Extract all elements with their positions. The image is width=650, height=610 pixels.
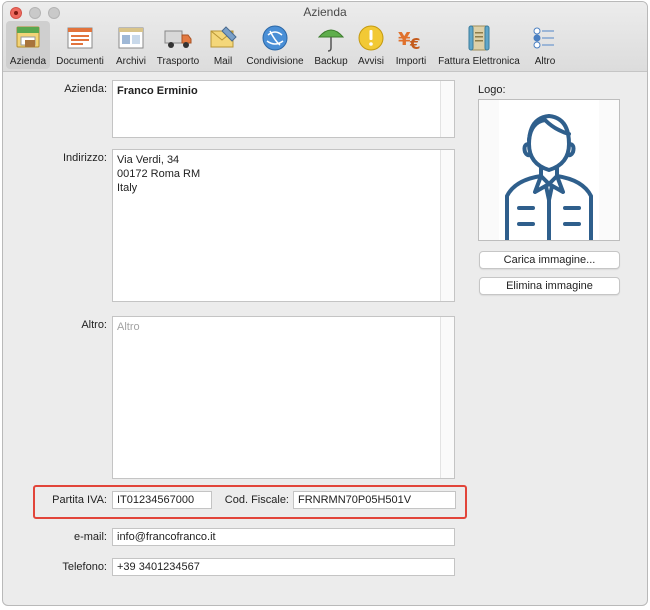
load-image-button[interactable]: Carica immagine... <box>479 251 620 269</box>
delete-image-button[interactable]: Elimina immagine <box>479 277 620 295</box>
altro-label: Altro: <box>81 319 107 331</box>
toolbar-item-documenti[interactable]: Documenti <box>54 21 106 69</box>
toolbar-item-azienda[interactable]: Azienda <box>6 21 50 69</box>
azienda-scrollbar[interactable] <box>440 81 454 137</box>
toolbar-item-archivi[interactable]: Archivi <box>111 21 151 69</box>
email-field[interactable]: info@francofranco.it <box>112 528 455 546</box>
umbrella-icon <box>317 29 345 52</box>
toolbar-item-backup[interactable]: Backup <box>311 21 351 69</box>
toolbar-item-trasporto[interactable]: Trasporto <box>153 21 203 69</box>
telefono-field[interactable]: +39 3401234567 <box>112 558 455 576</box>
azienda-value: Franco Erminio <box>117 85 198 97</box>
toolbar-item-fattura-elettronica[interactable]: Fattura Elettronica <box>434 21 524 69</box>
toolbar-item-importi[interactable]: ¥ € Importi <box>391 21 431 69</box>
partita-iva-field[interactable]: IT01234567000 <box>112 491 212 509</box>
documents-icon <box>67 27 93 49</box>
cod-fiscale-label: Cod. Fiscale: <box>224 494 289 506</box>
logo-label: Logo: <box>478 84 506 96</box>
network-icon <box>262 25 288 51</box>
indirizzo-textarea[interactable]: Via Verdi, 34 00172 Roma RM Italy <box>112 149 455 302</box>
email-label: e-mail: <box>73 531 107 543</box>
archives-icon <box>118 27 144 49</box>
altro-textarea[interactable]: Altro <box>112 316 455 479</box>
altro-scrollbar[interactable] <box>440 317 454 478</box>
indirizzo-line-street: Via Verdi, 34 <box>117 154 180 166</box>
azienda-label: Azienda: <box>64 83 107 95</box>
logo-image-well[interactable] <box>478 99 620 242</box>
altro-placeholder: Altro <box>117 321 140 333</box>
toolbar: Azienda Documenti Archivi Trasporto Mail… <box>3 21 647 70</box>
currency-icon: ¥ € <box>398 29 420 53</box>
person-avatar-icon <box>499 100 599 242</box>
toolbar-item-condivisione[interactable]: Condivisione <box>243 21 307 69</box>
toolbar-item-altro[interactable]: Altro <box>527 21 563 69</box>
azienda-textarea[interactable]: Franco Erminio <box>112 80 455 138</box>
indirizzo-line-city: 00172 Roma RM <box>117 168 201 180</box>
telefono-label: Telefono: <box>62 561 107 573</box>
cod-fiscale-field[interactable]: FRNRMN70P05H501V <box>293 491 456 509</box>
mail-icon <box>210 26 237 48</box>
warning-icon <box>358 25 384 51</box>
title-bar: Azienda Azienda Documenti Archivi Traspo… <box>3 2 647 72</box>
toolbar-item-avvisi[interactable]: Avvisi <box>355 21 387 69</box>
scroll-icon <box>468 25 490 51</box>
app-window: Azienda Azienda Documenti Archivi Traspo… <box>2 1 648 606</box>
partita-iva-label: Partita IVA: <box>52 494 107 506</box>
indirizzo-line-country: Italy <box>117 182 138 194</box>
indirizzo-label: Indirizzo: <box>62 152 107 164</box>
toolbar-item-mail[interactable]: Mail <box>207 21 239 69</box>
svg-text:€: € <box>409 35 420 53</box>
switches-icon <box>533 27 554 49</box>
indirizzo-scrollbar[interactable] <box>440 150 454 301</box>
truck-icon <box>164 30 192 48</box>
window-title: Azienda <box>303 5 347 19</box>
company-form: Azienda: Franco Erminio Indirizzo: Via V… <box>3 73 647 605</box>
company-icon <box>16 26 40 48</box>
